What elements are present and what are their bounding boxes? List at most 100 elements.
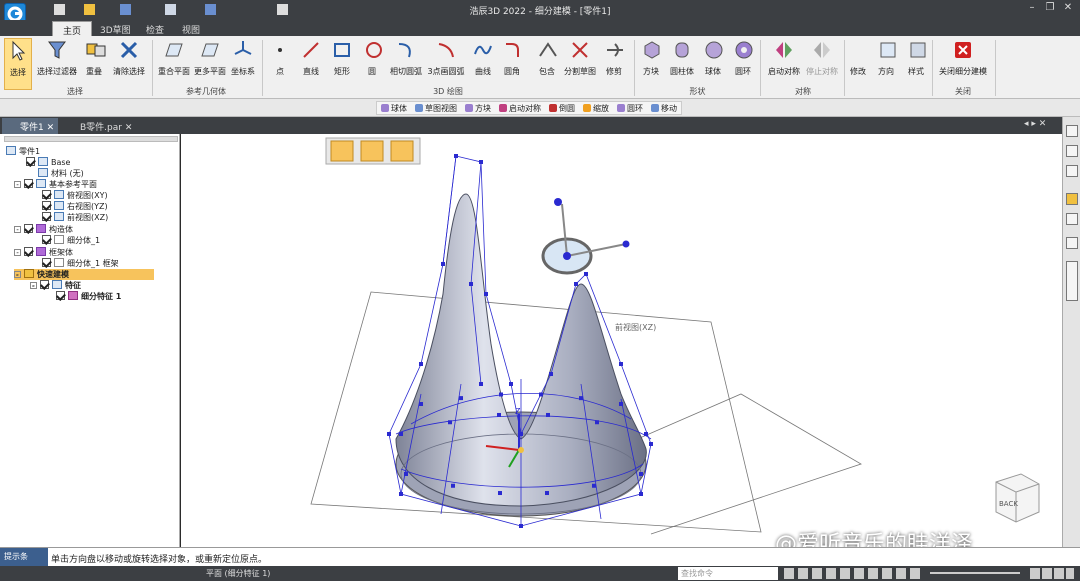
coincident-plane-button[interactable]: 重合平面 [156, 38, 192, 77]
orient-button[interactable]: 方向 [876, 38, 896, 77]
rectangle-button[interactable]: 矩形 [330, 38, 354, 77]
cage-vertex[interactable] [595, 420, 599, 425]
style-button[interactable]: 样式 [906, 38, 926, 77]
cage-vertex[interactable] [546, 412, 550, 417]
cmd-round[interactable]: 倒圆 [549, 102, 575, 114]
cage-vertex[interactable] [404, 472, 408, 476]
cage-vertex[interactable] [584, 272, 588, 276]
cage-vertex[interactable] [539, 392, 543, 397]
command-search-input[interactable]: 查找命令 [678, 567, 778, 580]
tree-item-ref-planes[interactable]: - 基本参考平面 [14, 179, 97, 190]
cage-vertex[interactable] [484, 292, 488, 296]
doc-tab-part1[interactable]: 零件1 ✕ [2, 118, 59, 134]
cage-vertex[interactable] [454, 154, 458, 158]
minimize-button[interactable]: – [1024, 2, 1040, 16]
tab-view[interactable]: 视图 [172, 21, 210, 36]
tree-item-front-view[interactable]: 前视图(XZ) [42, 212, 108, 223]
model-canvas[interactable]: 前视图(XZ) Z BACK [181, 134, 1062, 547]
tab-home[interactable]: 主页 [52, 21, 93, 37]
sketch-mode-icon[interactable] [330, 140, 354, 162]
cylinder-button[interactable]: 圆柱体 [668, 38, 696, 77]
steering-wheel-handle[interactable] [541, 198, 630, 275]
measure-icon[interactable] [1066, 213, 1078, 225]
cage-vertex[interactable] [497, 412, 501, 417]
select-button[interactable]: 选择 [4, 38, 32, 90]
torus-button[interactable]: 圆环 [732, 38, 754, 77]
cage-vertex[interactable] [639, 492, 643, 496]
include-button[interactable]: 包含 [536, 38, 558, 77]
view-cube[interactable]: BACK [995, 473, 1040, 523]
close-button[interactable]: ✕ [1060, 2, 1076, 16]
clear-selection-button[interactable]: 清除选择 [110, 38, 148, 77]
cmd-move[interactable]: 移动 [651, 102, 677, 114]
close-subdivision-button[interactable]: 关闭细分建模 [936, 38, 990, 77]
cage-vertex[interactable] [579, 396, 583, 401]
tab-3d-sketch[interactable]: 3D草图 [90, 21, 141, 36]
cmd-sketch-view[interactable]: 草图视图 [415, 102, 457, 114]
start-symmetry-button[interactable]: 启动对称 [766, 38, 802, 77]
cage-vertex[interactable] [619, 362, 623, 366]
curve-button[interactable]: 曲线 [470, 38, 496, 77]
cage-vertex[interactable] [469, 282, 473, 286]
cage-vertex[interactable] [649, 442, 653, 446]
circle-button[interactable]: 圆 [362, 38, 382, 77]
restore-button[interactable]: ❐ [1042, 2, 1058, 16]
3d-viewport[interactable]: 前视图(XZ) Z BACK @爱听音乐的眭洋泽 [181, 134, 1062, 557]
trim-button[interactable]: 修剪 [603, 38, 625, 77]
layers-icon[interactable] [1066, 165, 1078, 177]
tree-item-base[interactable]: Base [26, 157, 70, 168]
library-icon[interactable] [1066, 145, 1078, 157]
line-button[interactable]: 直线 [298, 38, 324, 77]
cmd-sphere[interactable]: 球体 [381, 102, 407, 114]
view-tools-icons[interactable] [784, 568, 924, 579]
cage-vertex[interactable] [549, 372, 553, 376]
overlap-button[interactable]: 重叠 [84, 38, 106, 77]
selection-filter-button[interactable]: 选择过滤器 [36, 38, 78, 77]
tree-item-quick-model[interactable]: - 快速建模 [14, 269, 154, 280]
tree-item-frame[interactable]: - 框架体 [14, 247, 73, 258]
tree-root[interactable]: 零件1 [6, 146, 40, 157]
cage-vertex[interactable] [419, 402, 423, 406]
tree-item-right-view[interactable]: 右视图(YZ) [42, 201, 108, 212]
cage-vertex[interactable] [441, 262, 445, 266]
cage-vertex[interactable] [399, 432, 403, 436]
fillet-button[interactable]: 圆角 [500, 38, 524, 77]
cmd-start-symmetry[interactable]: 启动对称 [499, 102, 541, 114]
tree-item-features[interactable]: - 特征 [30, 280, 81, 291]
tangent-arc-button[interactable]: 相切圆弧 [388, 38, 424, 77]
modify-button[interactable]: 修改 [848, 66, 868, 77]
zoom-slider[interactable] [930, 572, 1020, 574]
grid-icon[interactable] [1066, 237, 1078, 249]
cage-vertex[interactable] [448, 420, 452, 425]
cage-vertex[interactable] [639, 472, 643, 476]
tree-item-construction[interactable]: - 构造体 [14, 224, 73, 235]
cage-vertex[interactable] [498, 491, 502, 496]
cage-vertex[interactable] [509, 382, 513, 386]
help-icon[interactable] [1066, 125, 1078, 137]
key-icon[interactable] [1066, 193, 1078, 205]
cage-vertex[interactable] [459, 396, 463, 401]
cmd-block[interactable]: 方块 [465, 102, 491, 114]
tree-item-subd-body[interactable]: 细分体_1 [42, 235, 100, 246]
point-button[interactable]: 点 [268, 38, 292, 77]
cage-vertex[interactable] [479, 382, 483, 386]
pick-mode-icon[interactable] [360, 140, 384, 162]
three-point-arc-button[interactable]: 3点画圆弧 [426, 38, 466, 77]
sphere-button[interactable]: 球体 [702, 38, 724, 77]
tab-nav-arrows[interactable]: ◂ ▸ ✕ [1024, 119, 1046, 129]
cage-vertex[interactable] [451, 483, 455, 488]
floating-toolbar[interactable] [325, 137, 421, 165]
split-sketch-button[interactable]: 分割草图 [562, 38, 598, 77]
cage-vertex[interactable] [519, 524, 523, 528]
coordinate-system-button[interactable]: 坐标系 [229, 38, 257, 77]
cage-vertex[interactable] [574, 282, 578, 286]
cage-vertex[interactable] [644, 432, 648, 436]
block-button[interactable]: 方块 [640, 38, 662, 77]
tree-item-subd-feature[interactable]: 细分特征 1 [56, 291, 121, 302]
doc-tab-b-part[interactable]: B零件.par ✕ [62, 118, 136, 134]
tab-inspect[interactable]: 检查 [136, 21, 174, 36]
cage-vertex[interactable] [545, 491, 549, 496]
tree-item-subd-frame[interactable]: 细分体_1 框架 [42, 258, 119, 269]
stop-symmetry-button[interactable]: 停止对称 [804, 38, 840, 77]
cage-vertex[interactable] [419, 362, 423, 366]
